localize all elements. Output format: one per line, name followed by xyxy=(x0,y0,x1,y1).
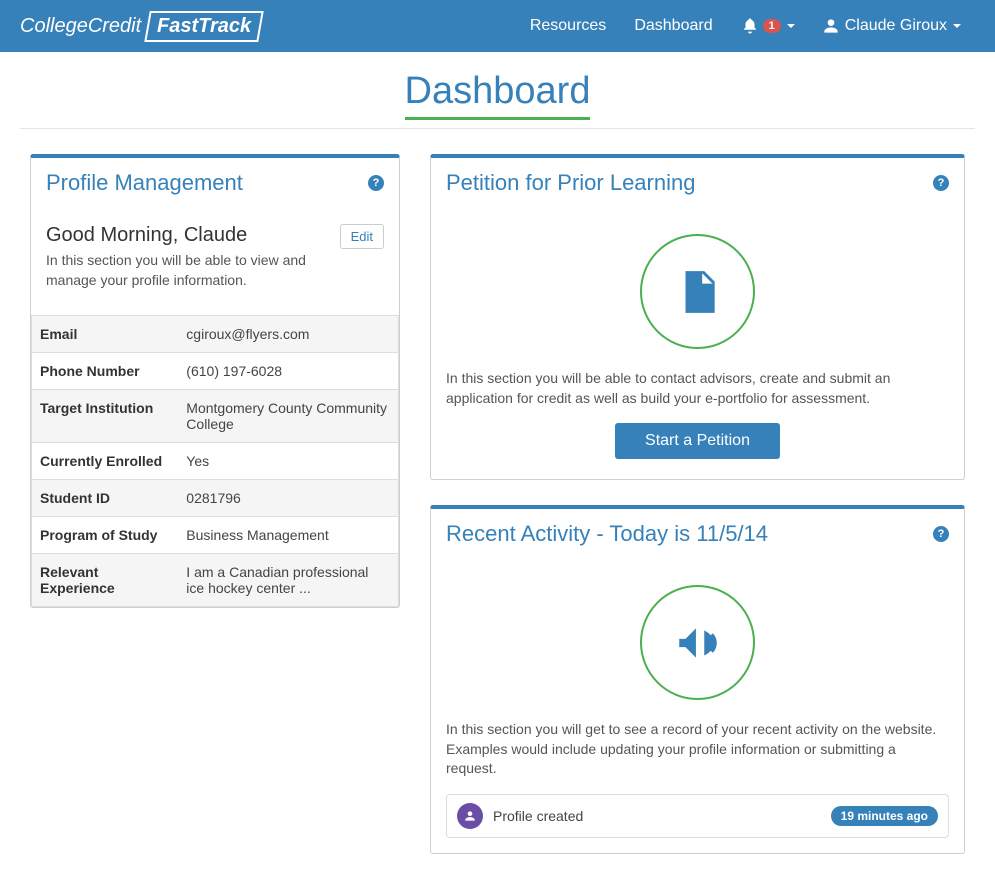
caret-icon xyxy=(787,24,795,28)
edit-button[interactable]: Edit xyxy=(340,224,384,249)
row-label: Student ID xyxy=(32,480,179,517)
brand-text-light: CollegeCredit xyxy=(20,15,141,38)
activity-item-label: Profile created xyxy=(493,808,831,824)
activity-panel: Recent Activity - Today is 11/5/14 ? In … xyxy=(430,505,965,854)
brand-text-bold: FastTrack xyxy=(144,11,264,42)
row-label: Phone Number xyxy=(32,353,179,390)
greeting-text: Good Morning, Claude xyxy=(46,224,330,247)
user-icon xyxy=(823,18,839,34)
table-row: Currently EnrolledYes xyxy=(32,443,399,480)
nav-user-name: Claude Giroux xyxy=(845,17,947,35)
bell-icon xyxy=(741,17,759,35)
start-petition-button[interactable]: Start a Petition xyxy=(615,423,780,459)
page-title: Dashboard xyxy=(405,70,591,120)
activity-item-time: 19 minutes ago xyxy=(831,806,938,826)
caret-icon xyxy=(953,24,961,28)
row-value: Yes xyxy=(178,443,398,480)
table-row: Target InstitutionMontgomery County Comm… xyxy=(32,390,399,443)
nav-dashboard-label: Dashboard xyxy=(634,17,712,35)
profile-created-icon xyxy=(457,803,483,829)
row-label: Email xyxy=(32,316,179,353)
table-row: Student ID0281796 xyxy=(32,480,399,517)
nav-dashboard[interactable]: Dashboard xyxy=(620,0,726,52)
activity-panel-title: Recent Activity - Today is 11/5/14 xyxy=(446,521,933,547)
row-value: 0281796 xyxy=(178,480,398,517)
profile-subtext: In this section you will be able to view… xyxy=(46,251,330,290)
bullhorn-icon xyxy=(673,618,723,668)
table-row: Emailcgiroux@flyers.com xyxy=(32,316,399,353)
row-value: (610) 197-6028 xyxy=(178,353,398,390)
profile-panel: Profile Management ? Good Morning, Claud… xyxy=(30,154,400,608)
nav-resources[interactable]: Resources xyxy=(516,0,620,52)
activity-desc: In this section you will get to see a re… xyxy=(446,720,949,779)
profile-panel-title: Profile Management xyxy=(46,170,368,196)
nav-user-menu[interactable]: Claude Giroux xyxy=(809,0,975,52)
petition-panel: Petition for Prior Learning ? In this se… xyxy=(430,154,965,480)
petition-icon-circle xyxy=(640,234,755,349)
row-value: cgiroux@flyers.com xyxy=(178,316,398,353)
row-label: Relevant Experience xyxy=(32,554,179,607)
notification-badge: 1 xyxy=(763,19,781,33)
navbar: CollegeCredit FastTrack Resources Dashbo… xyxy=(0,0,995,52)
table-row: Relevant ExperienceI am a Canadian profe… xyxy=(32,554,399,607)
brand-logo[interactable]: CollegeCredit FastTrack xyxy=(20,11,261,42)
nav-notifications[interactable]: 1 xyxy=(727,0,809,52)
nav-resources-label: Resources xyxy=(530,17,606,35)
profile-info-table: Emailcgiroux@flyers.com Phone Number(610… xyxy=(31,315,399,607)
help-icon[interactable]: ? xyxy=(368,175,384,191)
activity-icon-circle xyxy=(640,585,755,700)
help-icon[interactable]: ? xyxy=(933,526,949,542)
row-label: Target Institution xyxy=(32,390,179,443)
table-row: Program of StudyBusiness Management xyxy=(32,517,399,554)
row-value: Montgomery County Community College xyxy=(178,390,398,443)
row-value: Business Management xyxy=(178,517,398,554)
document-icon xyxy=(673,267,723,317)
row-label: Program of Study xyxy=(32,517,179,554)
row-value: I am a Canadian professional ice hockey … xyxy=(178,554,398,607)
table-row: Phone Number(610) 197-6028 xyxy=(32,353,399,390)
activity-item[interactable]: Profile created 19 minutes ago xyxy=(446,794,949,838)
page-title-wrap: Dashboard xyxy=(20,52,975,129)
petition-desc: In this section you will be able to cont… xyxy=(446,369,949,408)
help-icon[interactable]: ? xyxy=(933,175,949,191)
row-label: Currently Enrolled xyxy=(32,443,179,480)
petition-panel-title: Petition for Prior Learning xyxy=(446,170,933,196)
main-container: Profile Management ? Good Morning, Claud… xyxy=(0,154,995,884)
